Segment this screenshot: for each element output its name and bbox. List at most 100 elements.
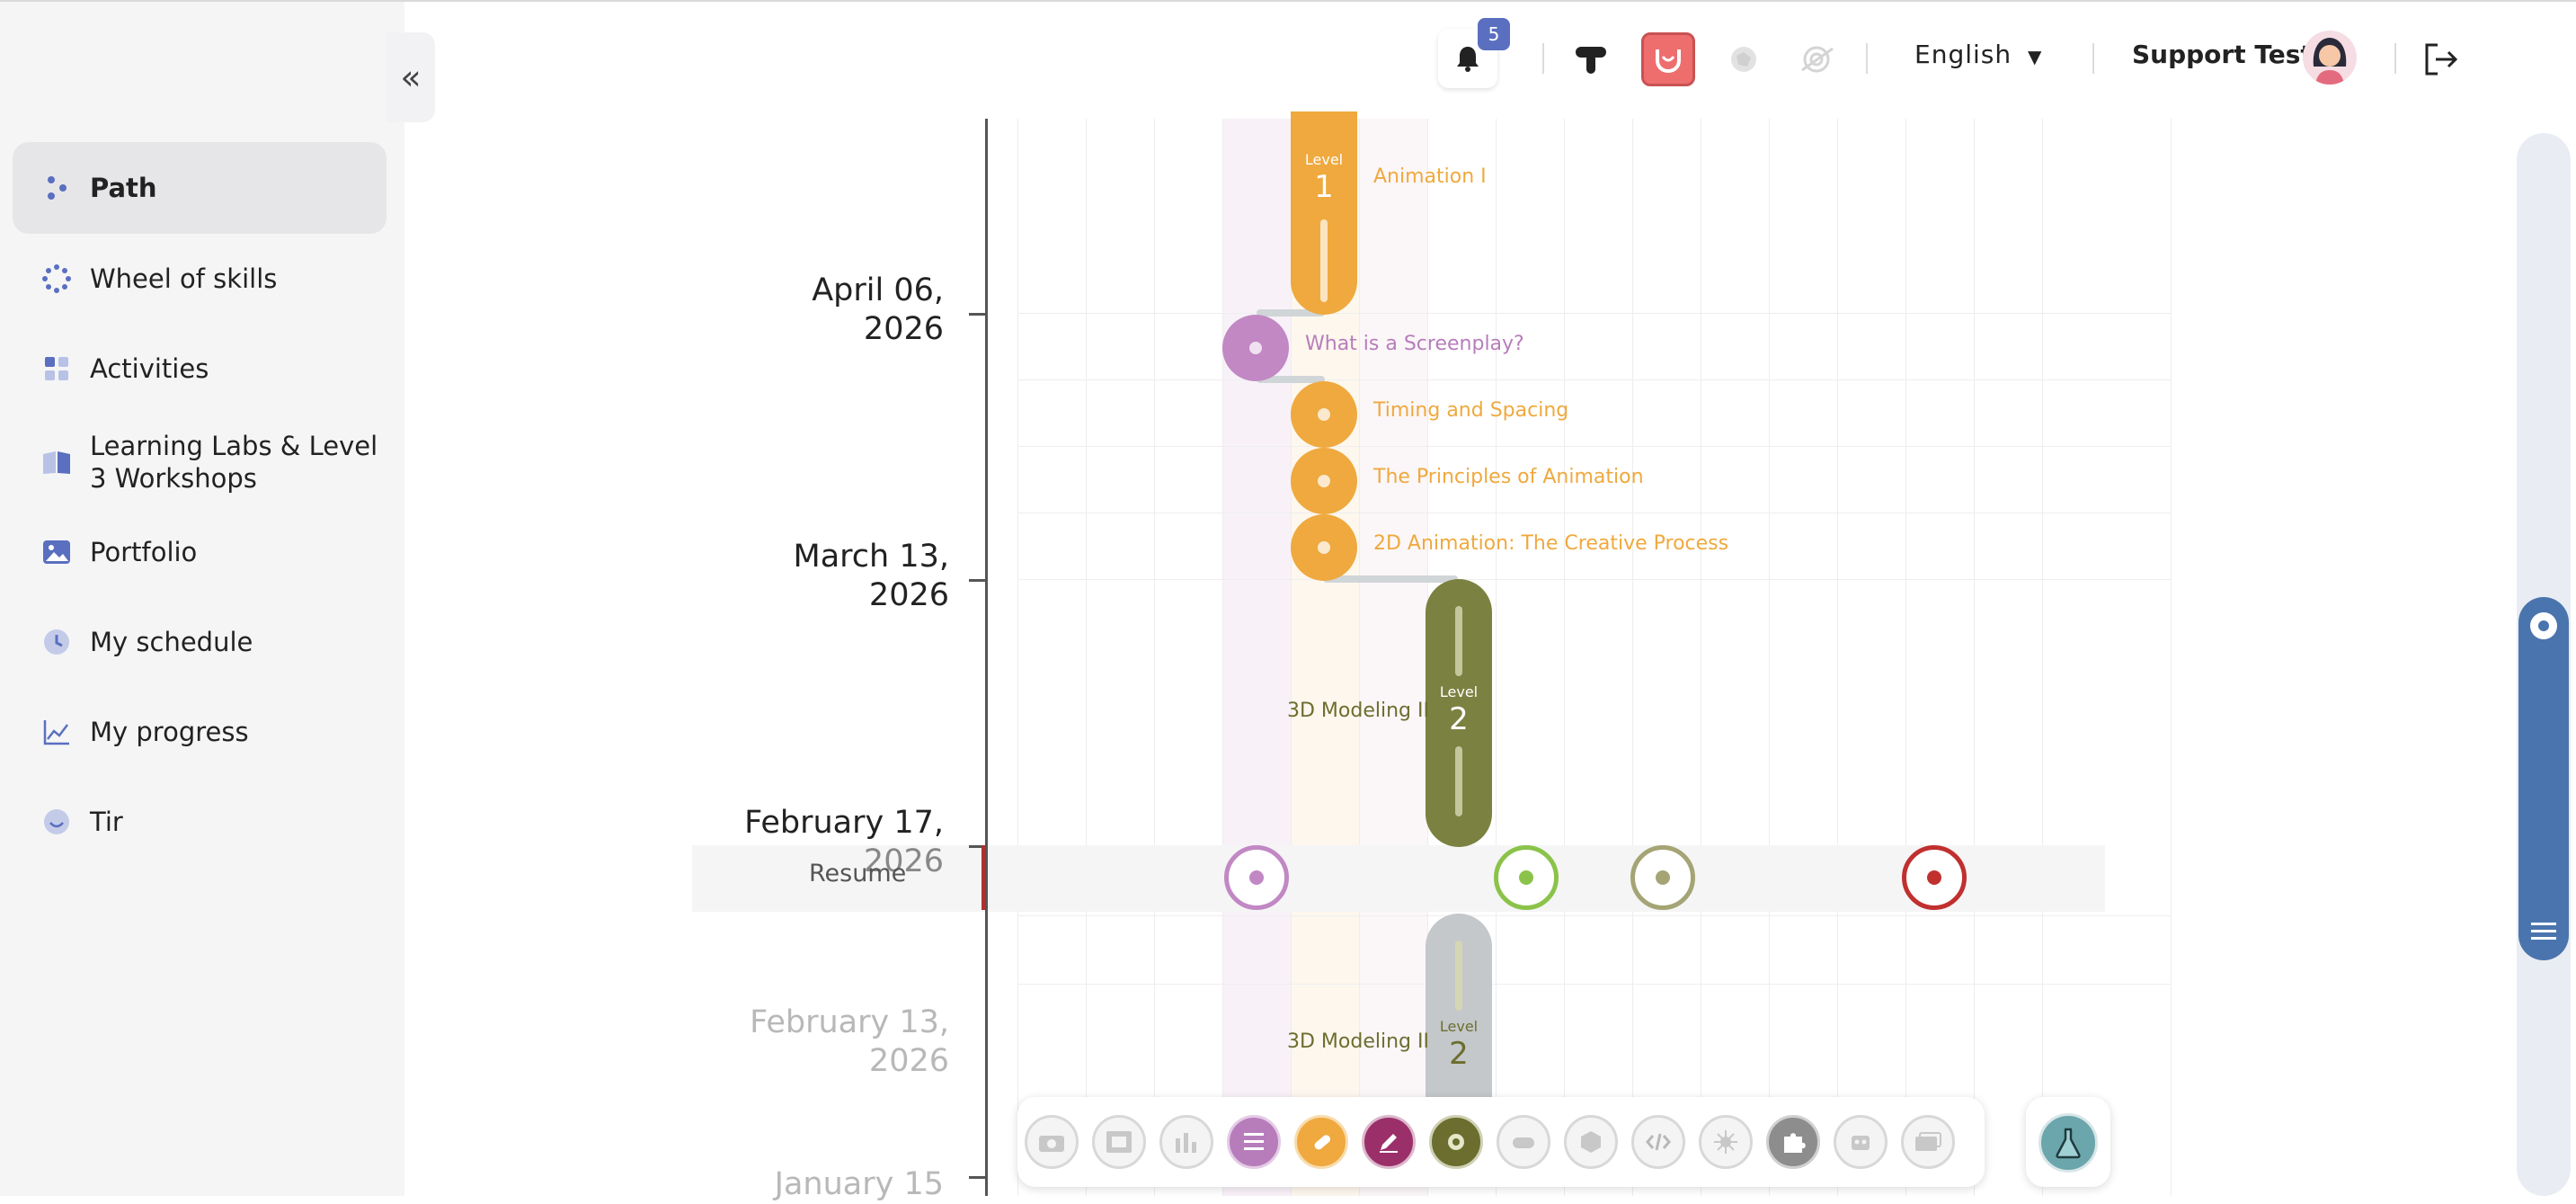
spiral-icon[interactable] bbox=[1794, 36, 1841, 83]
menu-lines-icon bbox=[2531, 923, 2556, 940]
grid-line bbox=[1496, 119, 1497, 1196]
timeline-axis bbox=[985, 119, 988, 1196]
activity-node-2d-animation[interactable] bbox=[1291, 514, 1357, 581]
grid-line bbox=[1017, 579, 2172, 580]
user-name[interactable]: Support Test bbox=[2132, 40, 2313, 69]
grid-line bbox=[1905, 119, 1906, 1196]
activity-title[interactable]: Timing and Spacing bbox=[1373, 399, 1568, 422]
clock-icon bbox=[41, 627, 72, 657]
date-label: January 15 bbox=[774, 1166, 944, 1202]
level-node-3d-modeling-2-past[interactable]: Level 2 bbox=[1426, 914, 1492, 1111]
double-chevron-left-icon: « bbox=[400, 58, 422, 97]
filter-puzzle-button[interactable] bbox=[1766, 1115, 1820, 1169]
puzzle-icon[interactable] bbox=[1720, 36, 1767, 83]
sidebar-item-label: Learning Labs & Level 3 Workshops bbox=[90, 431, 378, 494]
date-tick bbox=[969, 313, 987, 316]
sidebar-item-tir[interactable]: Tir bbox=[13, 779, 386, 865]
level-title[interactable]: 3D Modeling II bbox=[1287, 700, 1429, 722]
date-label: March 13, 2026 bbox=[793, 539, 949, 613]
grid-line bbox=[1017, 915, 2172, 916]
code-icon bbox=[1646, 1133, 1671, 1151]
camera-icon bbox=[1039, 1136, 1064, 1152]
filter-writing-button[interactable] bbox=[1227, 1115, 1281, 1169]
date-label: February 13, 2026 bbox=[750, 1004, 949, 1079]
timeline-scroll-thumb[interactable] bbox=[2518, 597, 2569, 960]
sidebar-item-label: My progress bbox=[90, 717, 249, 747]
sidebar-item-label: Path bbox=[90, 173, 157, 203]
labs-button[interactable] bbox=[2039, 1113, 2098, 1173]
activity-node-screenplay[interactable] bbox=[1222, 315, 1289, 381]
filter-electronics-button[interactable] bbox=[1699, 1115, 1753, 1169]
filter-robotics-button[interactable] bbox=[1834, 1115, 1888, 1169]
sidebar-item-wheel-of-skills[interactable]: Wheel of skills bbox=[13, 236, 386, 322]
logout-button[interactable] bbox=[2421, 40, 2461, 79]
sidebar-item-label: Tir bbox=[90, 807, 123, 837]
sidebar-item-activities[interactable]: Activities bbox=[13, 326, 386, 412]
pencil-icon bbox=[1380, 1134, 1398, 1153]
activity-title[interactable]: The Principles of Animation bbox=[1373, 466, 1644, 488]
reward-badge-icon[interactable] bbox=[1641, 32, 1695, 86]
filter-animation-button[interactable] bbox=[1294, 1115, 1348, 1169]
resume-node-green[interactable] bbox=[1494, 845, 1559, 910]
level-title[interactable]: 3D Modeling II bbox=[1287, 1030, 1429, 1053]
resume-node-red[interactable] bbox=[1902, 845, 1967, 910]
grid-line bbox=[1154, 119, 1155, 1196]
robot-icon bbox=[1852, 1136, 1870, 1150]
grid-line bbox=[1017, 313, 2172, 314]
filter-game-button[interactable] bbox=[1497, 1115, 1550, 1169]
grid-line bbox=[1086, 119, 1087, 1196]
spark-icon bbox=[1714, 1130, 1737, 1154]
sidebar-item-label: Portfolio bbox=[90, 537, 198, 567]
film-icon bbox=[1106, 1131, 1132, 1153]
filter-design-button[interactable] bbox=[1362, 1115, 1416, 1169]
level-node-3d-modeling-2[interactable]: Level 2 bbox=[1426, 579, 1492, 847]
sidebar-item-my-progress[interactable]: My progress bbox=[13, 689, 386, 775]
list-icon bbox=[1244, 1133, 1264, 1150]
level-title[interactable]: Animation I bbox=[1373, 165, 1487, 188]
activity-title[interactable]: What is a Screenplay? bbox=[1305, 333, 1524, 355]
header-divider bbox=[2394, 43, 2396, 74]
filter-vr-button[interactable] bbox=[1901, 1115, 1955, 1169]
resume-node-writing[interactable] bbox=[1224, 845, 1289, 910]
filter-music-button[interactable] bbox=[1159, 1115, 1213, 1169]
grid-line bbox=[1632, 119, 1633, 1196]
filter-photography-button[interactable] bbox=[1025, 1115, 1079, 1169]
activity-node-timing[interactable] bbox=[1291, 381, 1357, 448]
filter-code-button[interactable] bbox=[1631, 1115, 1685, 1169]
sidebar-item-label: My schedule bbox=[90, 627, 253, 657]
chart-icon bbox=[41, 717, 72, 747]
language-selector[interactable]: English ▼ bbox=[1914, 40, 2042, 69]
grid-line bbox=[1837, 119, 1838, 1196]
category-filter-toolbar bbox=[1017, 1097, 1985, 1187]
filter-3d-modeling-button[interactable] bbox=[1429, 1115, 1483, 1169]
collapse-sidebar-button[interactable]: « bbox=[386, 32, 435, 122]
sidebar-item-path[interactable]: Path bbox=[13, 142, 386, 234]
grid-line bbox=[1017, 984, 2172, 985]
grid-line bbox=[1017, 119, 1018, 1196]
grid-line bbox=[2171, 119, 2172, 1196]
grid-line bbox=[1564, 119, 1565, 1196]
activity-node-principles[interactable] bbox=[1291, 448, 1357, 514]
filter-film-button[interactable] bbox=[1092, 1115, 1146, 1169]
sidebar-item-learning-labs[interactable]: Learning Labs & Level 3 Workshops bbox=[13, 415, 386, 509]
notification-count-badge: 5 bbox=[1478, 18, 1510, 50]
sidebar-item-portfolio[interactable]: Portfolio bbox=[13, 509, 386, 595]
target-icon bbox=[2530, 612, 2557, 639]
resume-marker bbox=[982, 845, 985, 910]
path-connector bbox=[1323, 575, 1458, 583]
avatar[interactable] bbox=[2303, 31, 2357, 85]
activity-title[interactable]: 2D Animation: The Creative Process bbox=[1373, 532, 1728, 555]
resume-node-olive[interactable] bbox=[1630, 845, 1695, 910]
sidebar-item-my-schedule[interactable]: My schedule bbox=[13, 599, 386, 685]
grid-line bbox=[1974, 119, 1975, 1196]
equalizer-icon bbox=[1176, 1133, 1196, 1153]
language-label: English bbox=[1914, 40, 2012, 69]
bell-icon bbox=[1457, 47, 1479, 72]
award-icon[interactable] bbox=[1568, 36, 1614, 83]
resume-label[interactable]: Resume bbox=[809, 860, 906, 887]
filter-3d-print-button[interactable] bbox=[1564, 1115, 1618, 1169]
header-divider bbox=[1866, 43, 1868, 74]
level-node-animation-1[interactable]: Level 1 bbox=[1291, 111, 1357, 315]
flask-icon bbox=[2056, 1128, 2081, 1159]
controller-icon bbox=[1513, 1137, 1534, 1148]
